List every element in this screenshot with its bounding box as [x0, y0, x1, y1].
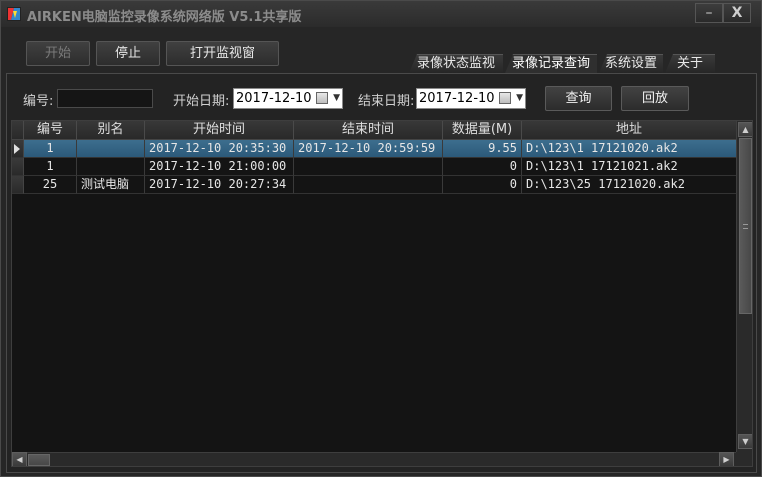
table-row[interactable]: 25 测试电脑 2017-12-10 20:27:34 0 D:\123\25 …: [12, 176, 736, 194]
grip-icon: [743, 224, 748, 229]
cell-alias: [77, 140, 145, 158]
cell-start-time: 2017-12-10 20:27:34: [145, 176, 294, 194]
cell-path: D:\123\1 17121021.ak2: [522, 158, 736, 176]
cell-alias: [77, 158, 145, 176]
column-header-data-size[interactable]: 数据量(M): [443, 121, 522, 140]
table-row[interactable]: 1 2017-12-10 21:00:00 0 D:\123\1 1712102…: [12, 158, 736, 176]
stop-button[interactable]: 停止: [96, 41, 160, 66]
id-label: 编号:: [23, 94, 54, 109]
cell-start-time: 2017-12-10 20:35:30: [145, 140, 294, 158]
window-title: AIRKEN电脑监控录像系统网络版 V5.1共享版: [27, 10, 302, 25]
open-monitor-button[interactable]: 打开监视窗: [166, 41, 279, 66]
cell-id: 1: [24, 140, 77, 158]
minimize-button[interactable]: –: [695, 3, 723, 23]
playback-button[interactable]: 回放: [621, 86, 689, 111]
scroll-down-button[interactable]: ▼: [738, 434, 752, 449]
records-table[interactable]: 编号 别名 开始时间 结束时间 数据量(M) 地址 1 2017-12-10 2…: [11, 120, 753, 467]
row-selector[interactable]: [12, 158, 24, 176]
scroll-up-button[interactable]: ▲: [738, 122, 752, 137]
column-header-alias[interactable]: 别名: [77, 121, 145, 140]
vertical-scroll-thumb[interactable]: [739, 138, 752, 314]
table-row[interactable]: 1 2017-12-10 20:35:30 2017-12-10 20:59:5…: [12, 140, 736, 158]
cell-end-time: 2017-12-10 20:59:59: [294, 140, 443, 158]
column-header-end-time[interactable]: 结束时间: [294, 121, 443, 140]
row-pointer-icon: [14, 144, 20, 154]
scrollbar-corner: [736, 452, 752, 466]
tab-recording-status[interactable]: 录像状态监视: [409, 54, 503, 73]
chevron-down-icon[interactable]: ▼: [333, 92, 340, 104]
horizontal-scrollbar[interactable]: ◀ ▶: [12, 452, 736, 466]
table-header: 编号 别名 开始时间 结束时间 数据量(M) 地址: [12, 121, 736, 140]
horizontal-scroll-thumb[interactable]: [28, 454, 50, 466]
cell-data-size: 9.55: [443, 140, 522, 158]
end-date-value: 2017-12-10: [419, 91, 495, 106]
cell-id: 25: [24, 176, 77, 194]
chevron-down-icon[interactable]: ▼: [516, 92, 523, 104]
tab-record-query[interactable]: 录像记录查询: [505, 54, 597, 73]
start-date-value: 2017-12-10: [236, 91, 312, 106]
cell-path: D:\123\1 17121020.ak2: [522, 140, 736, 158]
cell-data-size: 0: [443, 158, 522, 176]
scroll-left-button[interactable]: ◀: [12, 452, 27, 466]
tab-settings[interactable]: 系统设置: [599, 54, 663, 73]
cell-path: D:\123\25 17121020.ak2: [522, 176, 736, 194]
app-window: AIRKEN电脑监控录像系统网络版 V5.1共享版 – X 开始 停止 打开监视…: [0, 0, 762, 477]
column-header-id[interactable]: 编号: [24, 121, 77, 140]
vertical-scrollbar[interactable]: ▲ ▼: [736, 121, 752, 452]
query-button[interactable]: 查询: [545, 86, 612, 111]
row-selector[interactable]: [12, 140, 24, 158]
tab-about[interactable]: 关于: [665, 54, 715, 73]
scroll-right-button[interactable]: ▶: [719, 452, 734, 466]
end-date-label: 结束日期:: [358, 94, 415, 109]
column-header-path[interactable]: 地址: [522, 121, 736, 140]
row-header-corner: [12, 121, 24, 140]
start-date-label: 开始日期:: [173, 94, 230, 109]
app-logo-icon: [7, 7, 21, 21]
calendar-icon[interactable]: [316, 92, 328, 104]
cell-end-time: [294, 176, 443, 194]
close-button[interactable]: X: [723, 3, 751, 23]
end-date-picker[interactable]: 2017-12-10 ▼: [416, 88, 526, 109]
cell-alias: 测试电脑: [77, 176, 145, 194]
cell-start-time: 2017-12-10 21:00:00: [145, 158, 294, 176]
row-selector[interactable]: [12, 176, 24, 194]
start-date-picker[interactable]: 2017-12-10 ▼: [233, 88, 343, 109]
start-button[interactable]: 开始: [26, 41, 90, 66]
cell-end-time: [294, 158, 443, 176]
cell-id: 1: [24, 158, 77, 176]
calendar-icon[interactable]: [499, 92, 511, 104]
id-input[interactable]: [57, 89, 153, 108]
title-bar: AIRKEN电脑监控录像系统网络版 V5.1共享版 – X: [1, 1, 761, 27]
column-header-start-time[interactable]: 开始时间: [145, 121, 294, 140]
cell-data-size: 0: [443, 176, 522, 194]
